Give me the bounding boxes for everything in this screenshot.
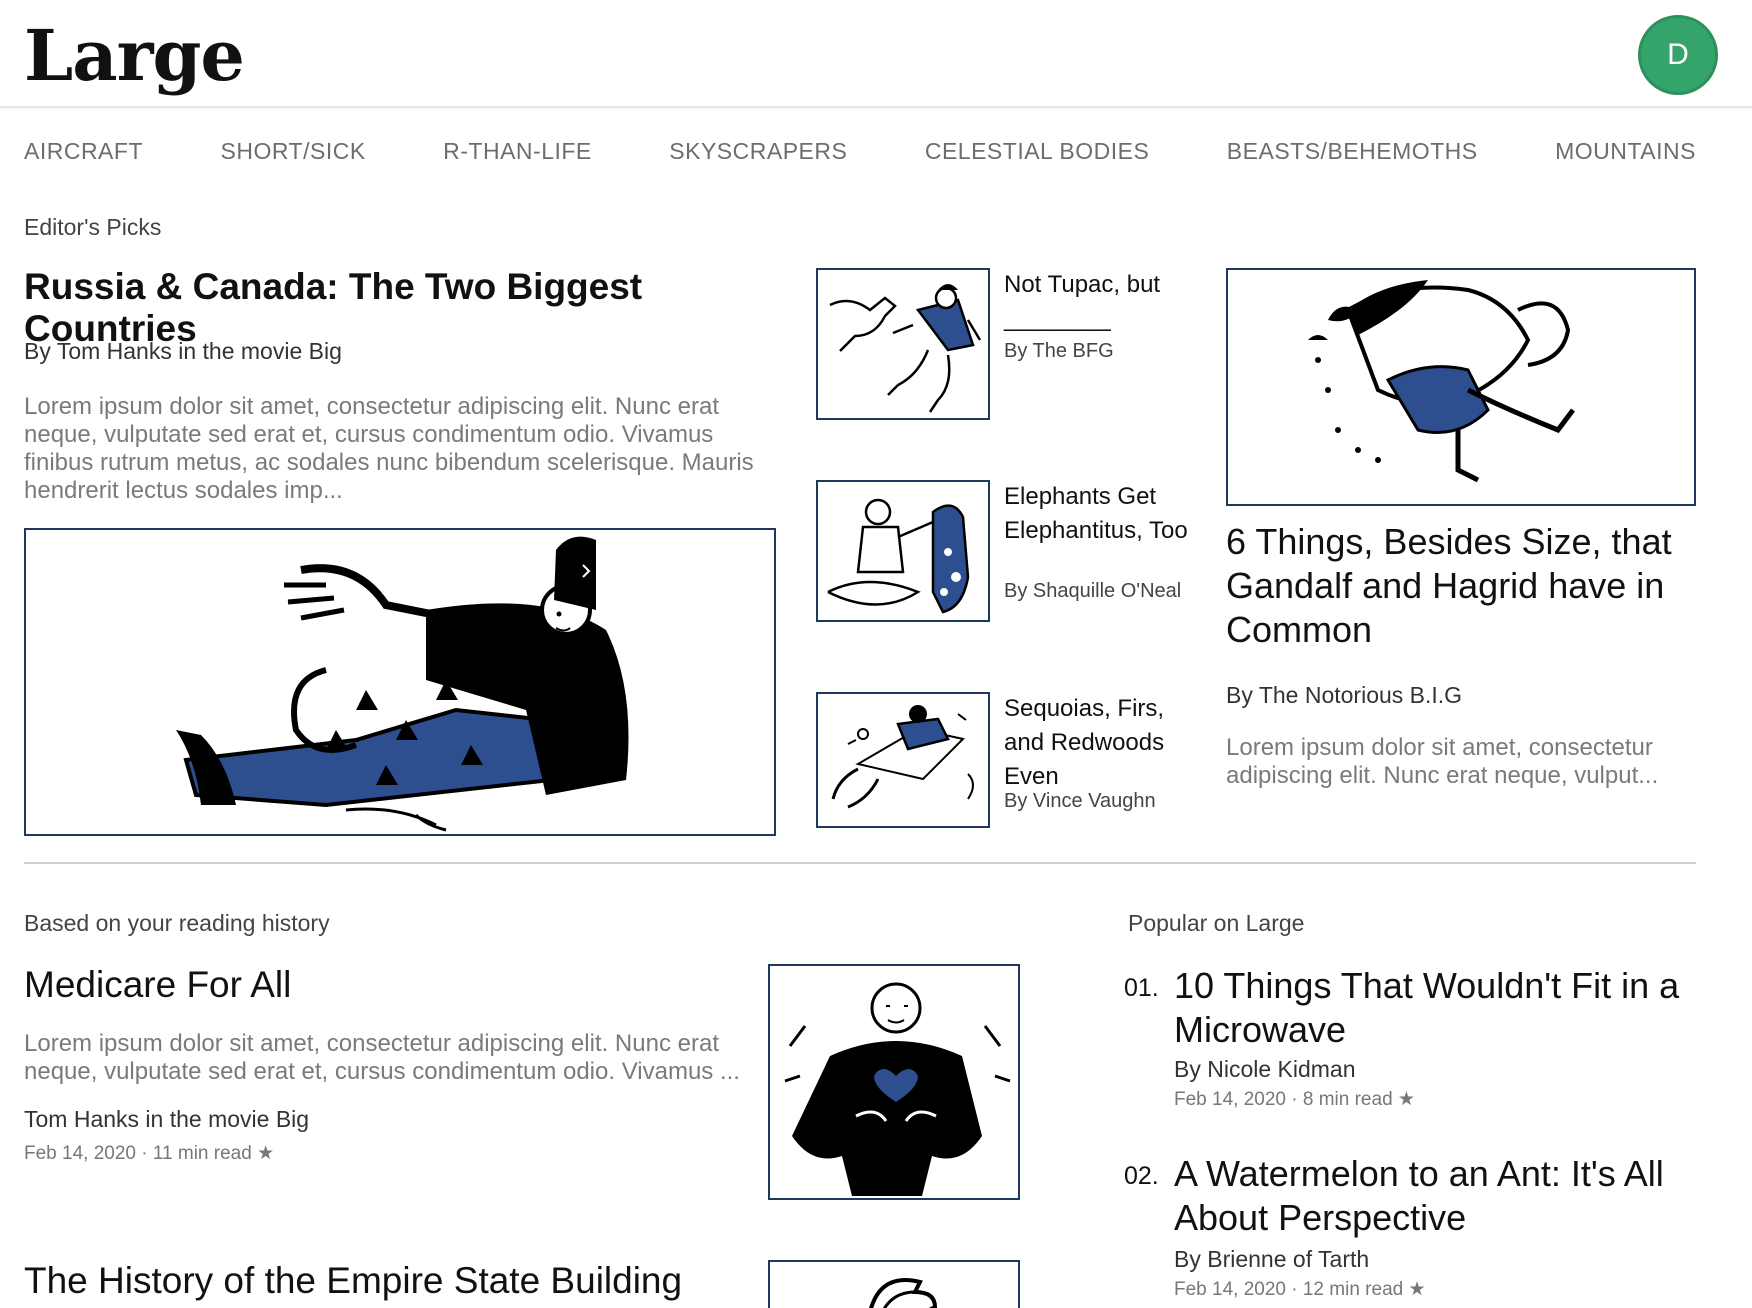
feed-article-excerpt: Lorem ipsum dolor sit amet, consectetur …	[24, 1030, 740, 1085]
feature-article-image[interactable]	[1226, 268, 1696, 506]
hero-article-image[interactable]	[24, 528, 776, 836]
nav-item-skyscrapers[interactable]: SKYSCRAPERS	[669, 138, 847, 165]
nav-item-aircraft[interactable]: AIRCRAFT	[24, 138, 143, 165]
falling-person-illustration	[831, 705, 974, 809]
popular-item-date-readtime: Feb 14, 2020 · 12 min read	[1174, 1279, 1404, 1300]
reclining-person-illustration	[176, 536, 629, 832]
giant-coffee-cup-illustration	[1308, 280, 1575, 483]
popular-item-meta: Feb 14, 2020 · 12 min read ★	[1174, 1278, 1426, 1301]
popular-item-title[interactable]: 10 Things That Wouldn't Fit in a Microwa…	[1174, 964, 1734, 1052]
popular-item-number: 01.	[1124, 974, 1159, 1002]
feed-article-title[interactable]: Medicare For All	[24, 964, 291, 1006]
category-nav: AIRCRAFT SHORT/SICK R-THAN-LIFE SKYSCRAP…	[24, 138, 1696, 165]
side-article-byline: By Shaquille O'Neal	[1004, 580, 1182, 602]
popular-item-date-readtime: Feb 14, 2020 · 8 min read	[1174, 1089, 1393, 1110]
side-article-byline: By The BFG	[1004, 340, 1114, 362]
popular-item-byline: By Nicole Kidman	[1174, 1056, 1356, 1082]
side-article-title[interactable]: Elephants Get Elephantitus, Too	[1004, 480, 1189, 548]
building-illustration	[869, 1278, 938, 1308]
popular-heading: Popular on Large	[1128, 910, 1305, 936]
side-article-byline: By Vince Vaughn	[1004, 790, 1156, 812]
section-divider	[24, 862, 1696, 864]
side-article-thumbnail[interactable]	[816, 480, 990, 622]
editors-picks-heading: Editor's Picks	[24, 214, 162, 240]
nav-item-beasts-behemoths[interactable]: BEASTS/BEHEMOTHS	[1227, 138, 1478, 165]
feature-article-title[interactable]: 6 Things, Besides Size, that Gandalf and…	[1226, 520, 1696, 652]
site-header: Large D	[0, 0, 1752, 108]
hero-article-excerpt: Lorem ipsum dolor sit amet, consectetur …	[24, 393, 754, 504]
popular-list-item[interactable]: 01. 10 Things That Wouldn't Fit in a Mic…	[1124, 964, 1724, 1114]
side-article-thumbnail[interactable]	[816, 268, 990, 420]
popular-item-title[interactable]: A Watermelon to an Ant: It's All About P…	[1174, 1152, 1734, 1240]
feed-article-image[interactable]	[768, 1260, 1020, 1308]
star-icon[interactable]: ★	[1398, 1089, 1415, 1110]
dog-chase-illustration	[829, 284, 982, 413]
feed-article-date-readtime: Feb 14, 2020 · 11 min read	[24, 1143, 252, 1164]
side-article-title[interactable]: Not Tupac, but ________	[1004, 268, 1189, 336]
nav-item-celestial-bodies[interactable]: CELESTIAL BODIES	[925, 138, 1149, 165]
feed-article-meta: Feb 14, 2020 · 11 min read ★	[24, 1142, 274, 1165]
star-icon[interactable]: ★	[257, 1143, 274, 1164]
popular-item-byline: By Brienne of Tarth	[1174, 1246, 1370, 1272]
feed-article-author: Tom Hanks in the movie Big	[24, 1106, 310, 1132]
nav-item-mountains[interactable]: MOUNTAINS	[1555, 138, 1696, 165]
nav-item-short-sick[interactable]: SHORT/SICK	[221, 138, 366, 165]
site-logo[interactable]: Large	[24, 14, 245, 97]
star-icon[interactable]: ★	[1408, 1279, 1425, 1300]
reading-history-heading: Based on your reading history	[24, 910, 330, 936]
side-article-thumbnail[interactable]	[816, 692, 990, 828]
person-with-dog-illustration	[827, 498, 970, 614]
hero-article-byline: By Tom Hanks in the movie Big	[24, 338, 342, 364]
popular-item-meta: Feb 14, 2020 · 8 min read ★	[1174, 1088, 1415, 1111]
person-heart-illustration	[784, 982, 1011, 1196]
feed-article-title[interactable]: The History of the Empire State Building	[24, 1260, 682, 1302]
nav-item-r-than-life[interactable]: R-THAN-LIFE	[443, 138, 592, 165]
feature-article-excerpt: Lorem ipsum dolor sit amet, consectetur …	[1226, 734, 1659, 789]
side-article-card[interactable]: Not Tupac, but ________ By The BFG	[816, 268, 1186, 420]
side-article-title[interactable]: Sequoias, Firs, and Redwoods Even	[1004, 692, 1189, 794]
feature-article-byline: By The Notorious B.I.G	[1226, 682, 1463, 708]
popular-item-number: 02.	[1124, 1162, 1159, 1190]
popular-list-item[interactable]: 02. A Watermelon to an Ant: It's All Abo…	[1124, 1152, 1724, 1302]
feed-article-image[interactable]	[768, 964, 1020, 1200]
side-article-card[interactable]: Sequoias, Firs, and Redwoods Even By Vin…	[816, 692, 1186, 828]
side-article-card[interactable]: Elephants Get Elephantitus, Too By Shaqu…	[816, 480, 1189, 622]
user-avatar-button[interactable]: D	[1638, 15, 1718, 95]
